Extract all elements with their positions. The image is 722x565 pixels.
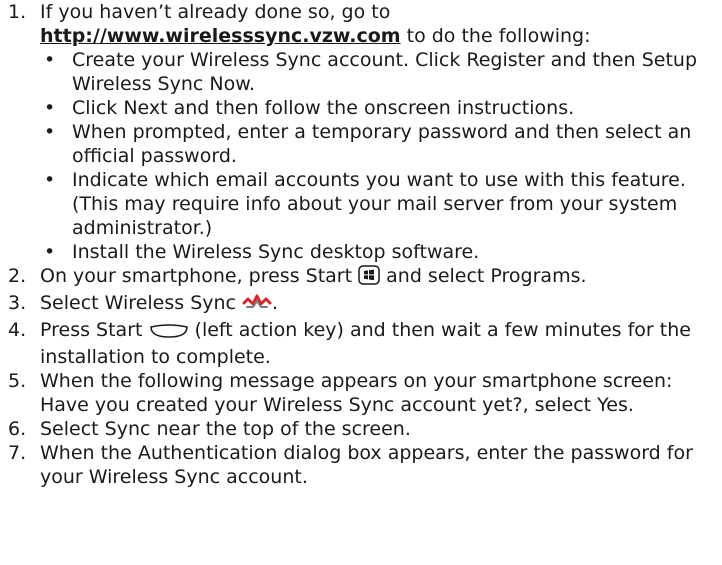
step-number: 2. [8,265,27,287]
step-text: If you haven’t already done so, go to [40,1,391,23]
bullet-item: • Click Next and then follow the onscreen… [40,96,722,120]
bullet-text: Create your Wireless Sync account. Click… [72,49,698,95]
bullet-item: • Indicate which email accounts you want … [40,168,722,240]
bullet-dot: • [44,49,56,71]
step-6: 6. Select Sync near the top of the scree… [0,417,722,441]
bullet-dot: • [44,97,56,119]
bullet-text: Install the Wireless Sync desktop softwa… [72,241,480,263]
step-number: 1. [8,1,27,23]
bullet-item: • Create your Wireless Sync account. Clic… [40,48,722,96]
wireless-sync-link[interactable]: http://www.wirelesssync.vzw.com [40,25,401,47]
step-7: 7. When the Authentication dialog box ap… [0,441,722,489]
step-text: Select Sync near the top of the screen. [40,418,411,440]
step-text: and select Programs. [380,265,587,287]
windows-start-key-icon [358,265,380,291]
step-number: 7. [8,442,27,464]
step-text: On your smartphone, press Start [40,265,359,287]
bullet-dot: • [44,241,56,263]
step-text: Select Wireless Sync [40,292,243,314]
bullet-item: • Install the Wireless Sync desktop softw… [40,240,722,264]
step-5: 5. When the following message appears on… [0,369,722,417]
step-1: 1. If you haven’t already done so, go to… [0,0,722,264]
wireless-sync-icon [242,292,272,318]
step-number: 6. [8,418,27,440]
step-text: . [272,292,279,314]
step-text: to do the following: [400,25,591,47]
bullet-text: When prompted, enter a temporary passwor… [72,121,692,167]
step-number: 4. [8,319,27,341]
step-text: When the Authentication dialog box appea… [40,442,693,488]
step-2: 2. On your smartphone, press Start and s… [0,264,722,291]
step-number: 3. [8,292,27,314]
step-text: When the following message appears on yo… [40,370,673,416]
bullet-text: Indicate which email accounts you want t… [72,169,686,239]
steps-list: 1. If you haven’t already done so, go to… [0,0,722,489]
bullet-text: Click Next and then follow the onscreen … [72,97,575,119]
bullet-dot: • [44,121,56,143]
left-action-key-icon [149,321,189,345]
instructions-document: 1. If you haven’t already done so, go to… [0,0,722,489]
step-4: 4. Press Start (left action key) and the… [0,318,722,369]
bullet-dot: • [44,169,56,191]
sub-bullets: • Create your Wireless Sync account. Clic… [40,48,722,264]
step-text: Press Start [40,319,149,341]
step-number: 5. [8,370,27,392]
bullet-item: • When prompted, enter a temporary passwo… [40,120,722,168]
step-3: 3. Select Wireless Sync . [0,291,722,318]
